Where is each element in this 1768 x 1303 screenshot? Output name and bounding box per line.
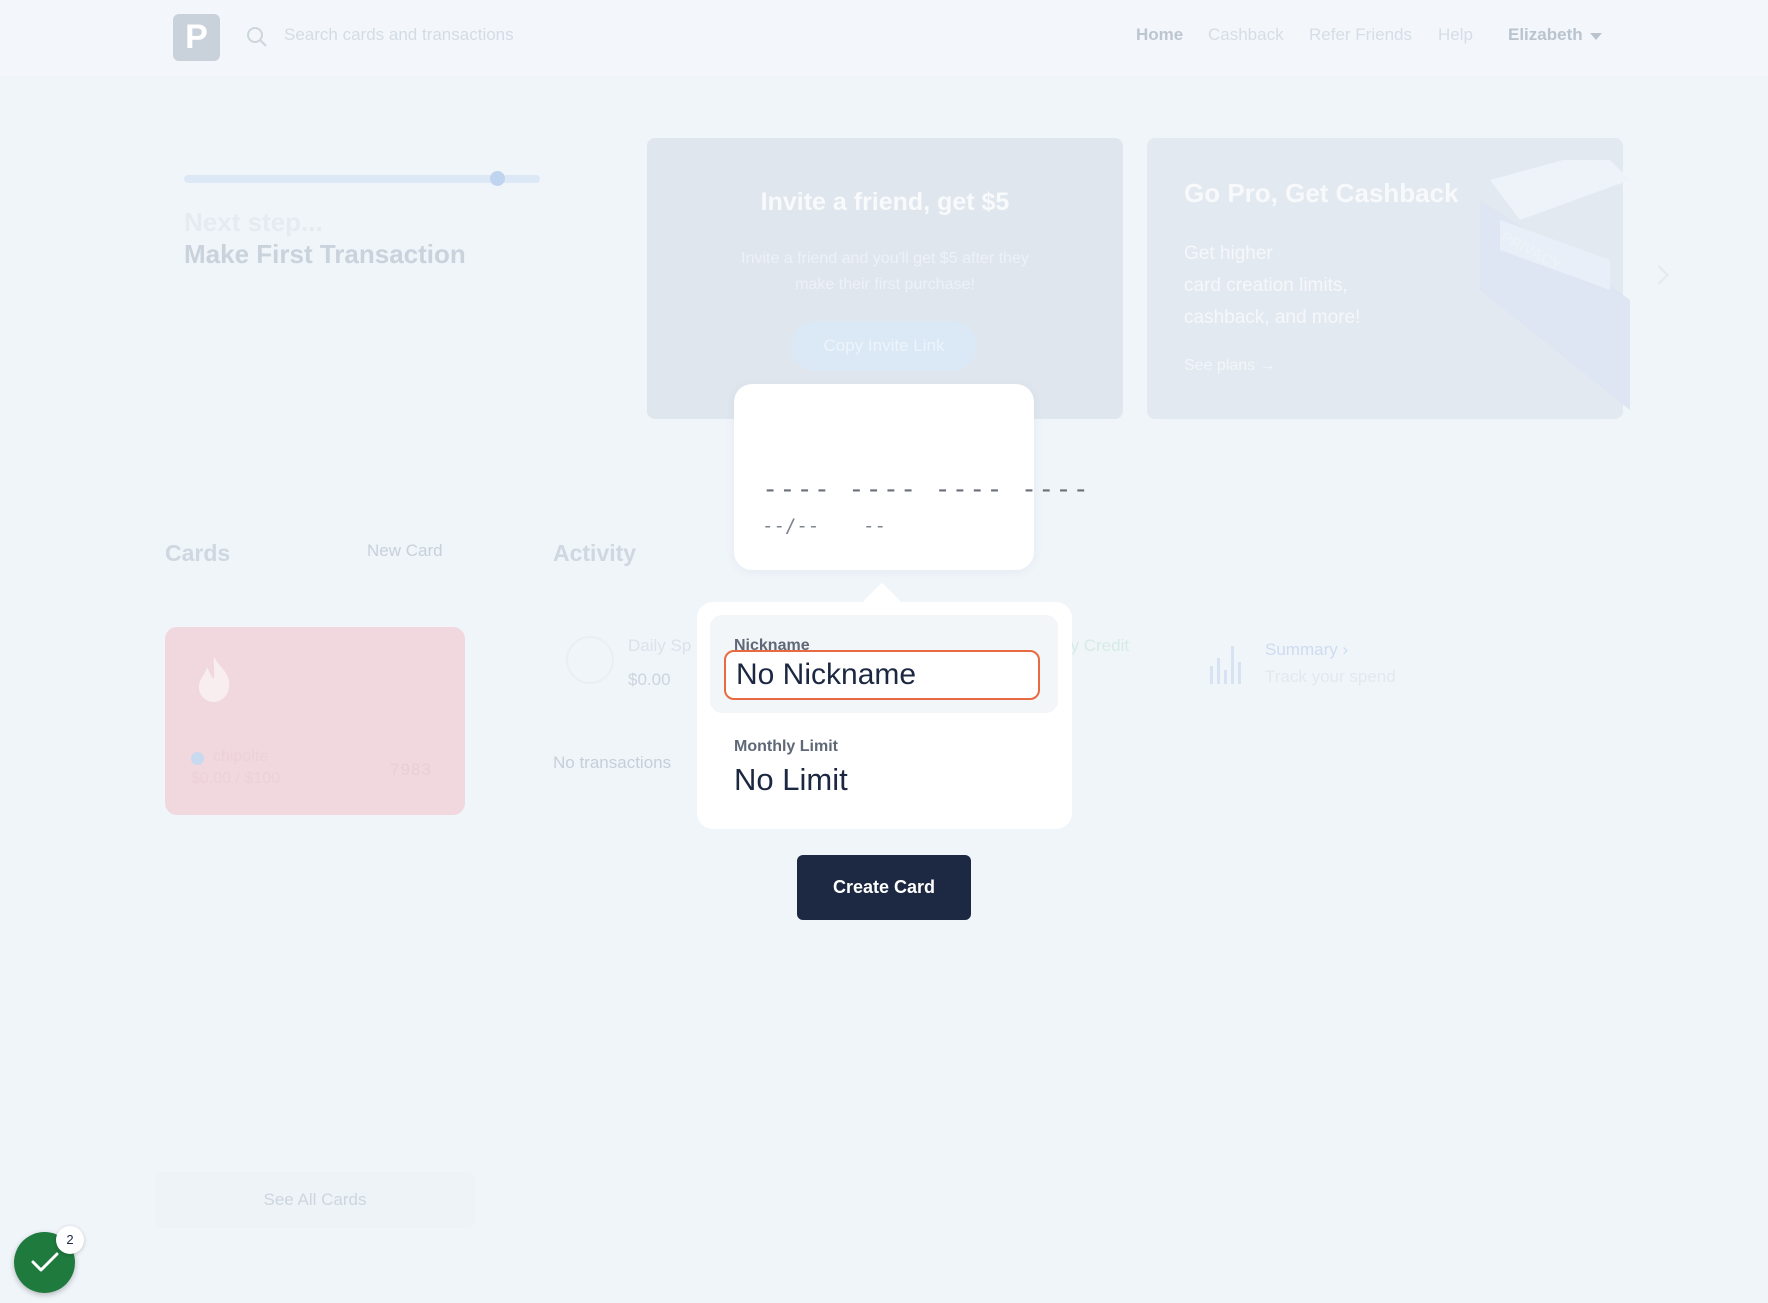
pro-promo-line: Get higher <box>1184 243 1273 264</box>
search-input[interactable]: Search cards and transactions <box>284 25 514 45</box>
summary-label: Summary <box>1265 640 1338 659</box>
see-all-cards-button[interactable]: See All Cards <box>155 1172 475 1228</box>
user-menu[interactable]: Elizabeth <box>1508 25 1583 45</box>
bar-chart-icon <box>1210 646 1241 684</box>
next-step-label: Next step... <box>184 207 323 237</box>
summary-link[interactable]: Summary › <box>1265 640 1348 660</box>
nickname-input[interactable] <box>724 650 1040 700</box>
summary-subtitle: Track your spend <box>1265 667 1396 686</box>
card-nickname: chipolte <box>213 748 269 765</box>
nav-refer-friends[interactable]: Refer Friends <box>1309 25 1412 45</box>
privacy-cards-illustration: PRIVACY <box>1480 160 1630 410</box>
chevron-down-icon[interactable] <box>1590 33 1602 40</box>
see-plans-link[interactable]: See plans → <box>1184 357 1276 375</box>
pro-promo-title: Go Pro, Get Cashback <box>1184 178 1459 208</box>
card-spend: $0.00 / $100 <box>191 770 280 788</box>
daily-spend-label: Daily Sp <box>628 636 692 655</box>
card-spend-amount: $0.00 <box>191 770 232 787</box>
no-transactions-text: No transactions <box>553 753 672 772</box>
pro-promo-line: card creation limits, <box>1184 275 1348 296</box>
monthly-limit-value[interactable]: No Limit <box>734 762 848 798</box>
checkmark-icon <box>31 1252 59 1272</box>
nav-home[interactable]: Home <box>1136 25 1183 45</box>
nav-cashback[interactable]: Cashback <box>1208 25 1284 45</box>
onboarding-progress-bar <box>184 175 540 183</box>
notification-badge: 2 <box>56 1226 84 1254</box>
progress-indicator <box>490 171 506 186</box>
privacy-credit-label: cy Credit <box>1062 636 1130 655</box>
cards-heading: Cards <box>165 540 231 566</box>
create-card-button[interactable]: Create Card <box>797 855 971 920</box>
copy-invite-link-button[interactable]: Copy Invite Link <box>791 321 977 371</box>
card-last4: 7983 <box>390 760 432 779</box>
daily-spend-value: $0.00 <box>628 670 671 689</box>
card-expiry-mask: --/-- <box>762 515 820 537</box>
card-status-dot <box>191 752 204 765</box>
flame-icon <box>199 657 230 702</box>
invite-promo-body: Invite a friend and you'll get $5 after … <box>741 250 1029 293</box>
daily-spend-ring <box>566 636 614 684</box>
pro-promo-line: cashback, and more! <box>1184 307 1361 328</box>
app-logo[interactable]: P <box>173 14 220 61</box>
new-card-link[interactable]: New Card <box>367 541 443 561</box>
monthly-limit-label: Monthly Limit <box>734 738 838 755</box>
next-step-title: Make First Transaction <box>184 239 466 269</box>
search-icon <box>247 27 267 47</box>
card-spend-limit: / $100 <box>235 770 280 787</box>
card-number-mask: ---- ---- ---- ---- <box>762 474 1090 505</box>
activity-heading: Activity <box>553 540 637 566</box>
chevron-right-icon: › <box>1342 640 1349 659</box>
card-cvv-mask: -- <box>863 515 886 537</box>
pro-promo-body: Get higher card creation limits, cashbac… <box>1184 238 1424 334</box>
chevron-right-icon[interactable] <box>1649 265 1669 285</box>
invite-promo-title: Invite a friend, get $5 <box>760 188 1010 216</box>
nav-help[interactable]: Help <box>1438 25 1473 45</box>
